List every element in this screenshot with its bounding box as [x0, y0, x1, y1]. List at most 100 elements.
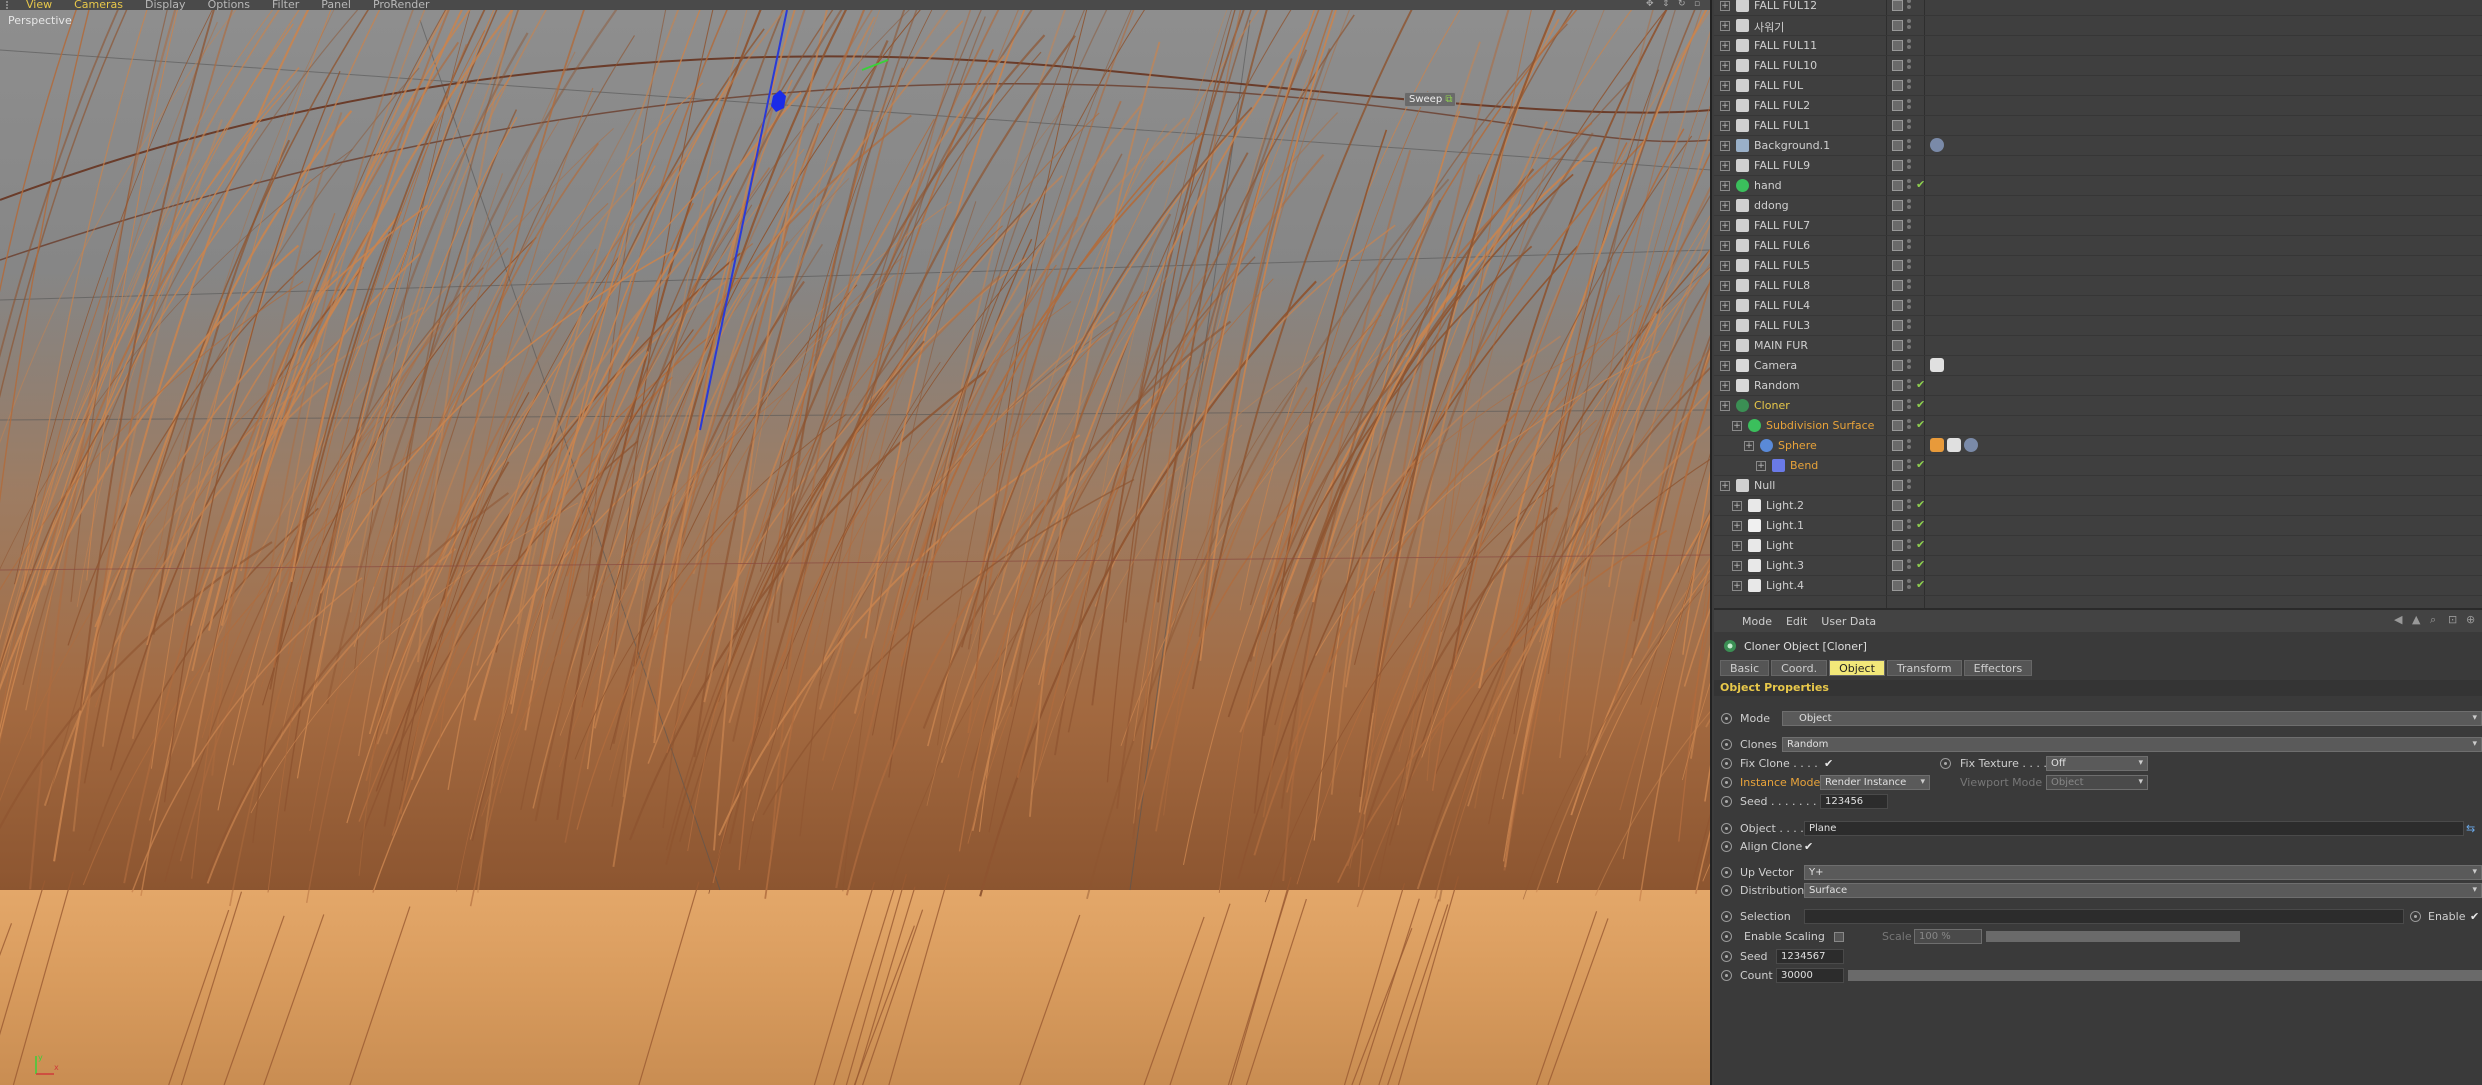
- selection-link-field[interactable]: [1804, 909, 2404, 924]
- tree-expand-icon[interactable]: +: [1732, 421, 1742, 431]
- tree-expand-icon[interactable]: +: [1720, 21, 1730, 31]
- animate-icon[interactable]: [1721, 713, 1732, 724]
- toggle-view-icon[interactable]: ▫: [1694, 0, 1704, 9]
- layer-icon[interactable]: [1892, 340, 1903, 351]
- tab-transform[interactable]: Transform: [1886, 660, 1962, 676]
- enabled-check-icon[interactable]: ✔: [1916, 178, 1925, 191]
- animate-icon[interactable]: [1721, 823, 1732, 834]
- animate-icon[interactable]: [1721, 739, 1732, 750]
- tree-expand-icon[interactable]: +: [1720, 81, 1730, 91]
- clones-select[interactable]: Random: [1782, 737, 2482, 752]
- object-name[interactable]: FALL FUL3: [1754, 319, 1810, 332]
- object-link-field[interactable]: Plane: [1804, 821, 2464, 836]
- tree-expand-icon[interactable]: +: [1720, 381, 1730, 391]
- tab-object[interactable]: Object: [1829, 660, 1885, 676]
- tree-expand-icon[interactable]: +: [1720, 221, 1730, 231]
- object-name[interactable]: 사워기: [1754, 19, 1784, 35]
- object-name[interactable]: Null: [1754, 479, 1775, 492]
- menu-edit[interactable]: Edit: [1786, 615, 1807, 628]
- count-input[interactable]: 30000: [1776, 968, 1844, 983]
- layer-icon[interactable]: [1892, 240, 1903, 251]
- animate-icon[interactable]: [1721, 777, 1732, 788]
- visibility-dots-icon[interactable]: [1907, 39, 1912, 53]
- enabled-check-icon[interactable]: ✔: [1916, 378, 1925, 391]
- tree-expand-icon[interactable]: +: [1720, 101, 1730, 111]
- menu-prorender[interactable]: ProRender: [373, 0, 430, 10]
- layer-icon[interactable]: [1892, 540, 1903, 551]
- object-name[interactable]: Background.1: [1754, 139, 1830, 152]
- object-row[interactable]: + Light.4 ✔: [1714, 576, 2482, 596]
- layer-icon[interactable]: [1892, 500, 1903, 511]
- animate-icon[interactable]: [1721, 867, 1732, 878]
- tree-expand-icon[interactable]: +: [1720, 41, 1730, 51]
- layer-icon[interactable]: [1892, 460, 1903, 471]
- tree-expand-icon[interactable]: +: [1720, 261, 1730, 271]
- visibility-dots-icon[interactable]: [1907, 59, 1912, 73]
- tree-expand-icon[interactable]: +: [1720, 361, 1730, 371]
- layer-icon[interactable]: [1892, 80, 1903, 91]
- enabled-check-icon[interactable]: ✔: [1916, 538, 1925, 551]
- object-name[interactable]: Bend: [1790, 459, 1818, 472]
- object-row[interactable]: + hand ✔: [1714, 176, 2482, 196]
- tree-expand-icon[interactable]: +: [1720, 161, 1730, 171]
- animate-icon[interactable]: [1721, 885, 1732, 896]
- enabled-check-icon[interactable]: ✔: [1916, 578, 1925, 591]
- object-row[interactable]: + Cloner ✔: [1714, 396, 2482, 416]
- object-row[interactable]: + FALL FUL11: [1714, 36, 2482, 56]
- tree-expand-icon[interactable]: +: [1720, 281, 1730, 291]
- visibility-dots-icon[interactable]: [1907, 99, 1912, 113]
- object-row[interactable]: + ddong: [1714, 196, 2482, 216]
- object-name[interactable]: FALL FUL2: [1754, 99, 1810, 112]
- visibility-dots-icon[interactable]: [1907, 399, 1912, 413]
- object-row[interactable]: + FALL FUL12: [1714, 0, 2482, 16]
- viewport-camera-label[interactable]: Perspective: [8, 14, 72, 27]
- object-name[interactable]: Light.1: [1766, 519, 1804, 532]
- menu-panel[interactable]: Panel: [321, 0, 351, 10]
- visibility-dots-icon[interactable]: [1907, 139, 1912, 153]
- tree-expand-icon[interactable]: +: [1720, 141, 1730, 151]
- distribution-select[interactable]: Surface: [1804, 883, 2482, 898]
- object-row[interactable]: + Light.1 ✔: [1714, 516, 2482, 536]
- object-row[interactable]: + FALL FUL10: [1714, 56, 2482, 76]
- object-row[interactable]: + FALL FUL8: [1714, 276, 2482, 296]
- layer-icon[interactable]: [1892, 320, 1903, 331]
- layer-icon[interactable]: [1892, 180, 1903, 191]
- animate-icon[interactable]: [1721, 970, 1732, 981]
- object-row[interactable]: + Camera: [1714, 356, 2482, 376]
- layer-icon[interactable]: [1892, 160, 1903, 171]
- visibility-dots-icon[interactable]: [1907, 179, 1912, 193]
- visibility-dots-icon[interactable]: [1907, 0, 1912, 13]
- object-row[interactable]: + Background.1: [1714, 136, 2482, 156]
- enable-checkbox[interactable]: ✔: [2470, 910, 2479, 923]
- menu-filter[interactable]: Filter: [272, 0, 299, 10]
- object-name[interactable]: Light.3: [1766, 559, 1804, 572]
- checker-tag-icon[interactable]: [1947, 438, 1961, 452]
- object-name[interactable]: FALL FUL9: [1754, 159, 1810, 172]
- enabled-check-icon[interactable]: ✔: [1916, 458, 1925, 471]
- object-row[interactable]: + MAIN FUR: [1714, 336, 2482, 356]
- object-row[interactable]: + FALL FUL5: [1714, 256, 2482, 276]
- layer-icon[interactable]: [1892, 120, 1903, 131]
- sweep-object-tag[interactable]: Sweep ⧉: [1404, 92, 1456, 107]
- align-clone-checkbox[interactable]: ✔: [1804, 840, 1813, 853]
- object-row[interactable]: + Random ✔: [1714, 376, 2482, 396]
- move-view-icon[interactable]: ✥: [1646, 0, 1656, 9]
- layer-icon[interactable]: [1892, 140, 1903, 151]
- object-row[interactable]: + 사워기: [1714, 16, 2482, 36]
- tab-basic[interactable]: Basic: [1720, 660, 1770, 676]
- object-name[interactable]: FALL FUL8: [1754, 279, 1810, 292]
- enabled-check-icon[interactable]: ✔: [1916, 498, 1925, 511]
- object-row[interactable]: + FALL FUL: [1714, 76, 2482, 96]
- visibility-dots-icon[interactable]: [1907, 319, 1912, 333]
- tree-expand-icon[interactable]: +: [1720, 181, 1730, 191]
- link-arrow-icon[interactable]: ⇆: [2466, 822, 2475, 835]
- visibility-dots-icon[interactable]: [1907, 439, 1912, 453]
- tree-expand-icon[interactable]: +: [1756, 461, 1766, 471]
- visibility-dots-icon[interactable]: [1907, 579, 1912, 593]
- tree-expand-icon[interactable]: +: [1720, 321, 1730, 331]
- visibility-dots-icon[interactable]: [1907, 379, 1912, 393]
- panel-grip-icon[interactable]: [6, 1, 18, 9]
- layer-icon[interactable]: [1892, 0, 1903, 11]
- visibility-dots-icon[interactable]: [1907, 239, 1912, 253]
- tree-expand-icon[interactable]: +: [1720, 121, 1730, 131]
